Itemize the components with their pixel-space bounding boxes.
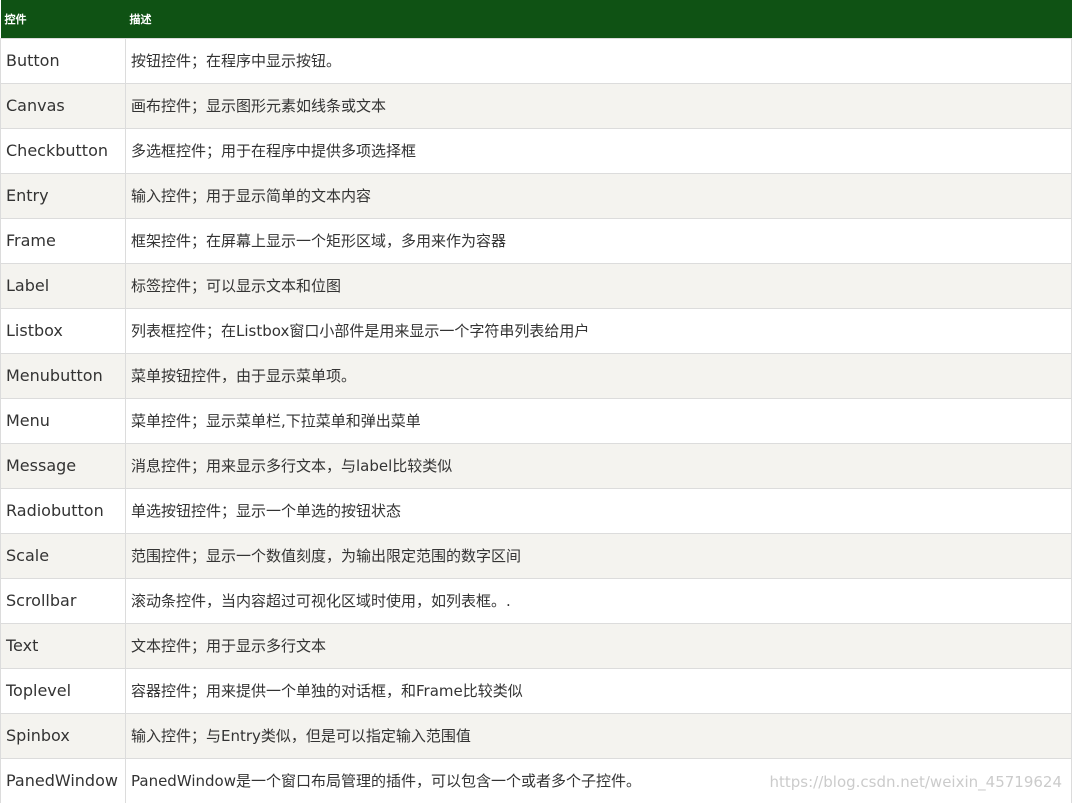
table-row: Spinbox 输入控件；与Entry类似，但是可以指定输入范围值 xyxy=(0,712,1072,758)
table-row: Label 标签控件；可以显示文本和位图 xyxy=(0,262,1072,308)
widget-table: 控件 描述 Button 按钮控件；在程序中显示按钮。 Canvas 画布控件；… xyxy=(0,0,1072,803)
row-name: Toplevel xyxy=(0,667,126,713)
table-row: Menu 菜单控件；显示菜单栏,下拉菜单和弹出菜单 xyxy=(0,397,1072,443)
table-row: Canvas 画布控件；显示图形元素如线条或文本 xyxy=(0,82,1072,128)
table-row: Scrollbar 滚动条控件，当内容超过可视化区域时使用，如列表框。. xyxy=(0,577,1072,623)
row-name: Entry xyxy=(0,172,126,218)
row-description: 标签控件；可以显示文本和位图 xyxy=(125,262,1072,308)
row-description: 消息控件；用来显示多行文本，与label比较类似 xyxy=(125,442,1072,488)
table-row: Listbox 列表框控件；在Listbox窗口小部件是用来显示一个字符串列表给… xyxy=(0,307,1072,353)
row-name: Scrollbar xyxy=(0,577,126,623)
row-description: 列表框控件；在Listbox窗口小部件是用来显示一个字符串列表给用户 xyxy=(125,307,1072,353)
row-description: 菜单按钮控件，由于显示菜单项。 xyxy=(125,352,1072,398)
row-name: Checkbutton xyxy=(0,127,126,173)
row-description: 输入控件；与Entry类似，但是可以指定输入范围值 xyxy=(125,712,1072,758)
row-name: Canvas xyxy=(0,82,126,128)
row-name: Spinbox xyxy=(0,712,126,758)
table-row: Checkbutton 多选框控件；用于在程序中提供多项选择框 xyxy=(0,127,1072,173)
row-name: Label xyxy=(0,262,126,308)
row-name: Radiobutton xyxy=(0,487,126,533)
table-row: Button 按钮控件；在程序中显示按钮。 xyxy=(0,37,1072,83)
row-description: 框架控件；在屏幕上显示一个矩形区域，多用来作为容器 xyxy=(125,217,1072,263)
table-row: Entry 输入控件；用于显示简单的文本内容 xyxy=(0,172,1072,218)
row-description: 多选框控件；用于在程序中提供多项选择框 xyxy=(125,127,1072,173)
row-description: PanedWindow是一个窗口布局管理的插件，可以包含一个或者多个子控件。 xyxy=(125,757,1072,803)
row-description: 输入控件；用于显示简单的文本内容 xyxy=(125,172,1072,218)
row-name: Text xyxy=(0,622,126,668)
row-name: Listbox xyxy=(0,307,126,353)
row-description: 文本控件；用于显示多行文本 xyxy=(125,622,1072,668)
table-header-row: 控件 描述 xyxy=(0,0,1072,38)
table-row: PanedWindow PanedWindow是一个窗口布局管理的插件，可以包含… xyxy=(0,757,1072,803)
row-description: 菜单控件；显示菜单栏,下拉菜单和弹出菜单 xyxy=(125,397,1072,443)
table-row: Toplevel 容器控件；用来提供一个单独的对话框，和Frame比较类似 xyxy=(0,667,1072,713)
row-name: Button xyxy=(0,37,126,83)
row-name: Scale xyxy=(0,532,126,578)
table-row: Message 消息控件；用来显示多行文本，与label比较类似 xyxy=(0,442,1072,488)
row-name: Menu xyxy=(0,397,126,443)
row-description: 滚动条控件，当内容超过可视化区域时使用，如列表框。. xyxy=(125,577,1072,623)
table-row: Frame 框架控件；在屏幕上显示一个矩形区域，多用来作为容器 xyxy=(0,217,1072,263)
row-name: Menubutton xyxy=(0,352,126,398)
row-name: Message xyxy=(0,442,126,488)
table-row: Radiobutton 单选按钮控件；显示一个单选的按钮状态 xyxy=(0,487,1072,533)
row-name: PanedWindow xyxy=(0,757,126,803)
header-description: 描述 xyxy=(125,0,1072,38)
table-row: Text 文本控件；用于显示多行文本 xyxy=(0,622,1072,668)
header-name: 控件 xyxy=(0,0,126,38)
table-row: Scale 范围控件；显示一个数值刻度，为输出限定范围的数字区间 xyxy=(0,532,1072,578)
row-name: Frame xyxy=(0,217,126,263)
row-description: 单选按钮控件；显示一个单选的按钮状态 xyxy=(125,487,1072,533)
row-description: 画布控件；显示图形元素如线条或文本 xyxy=(125,82,1072,128)
row-description: 按钮控件；在程序中显示按钮。 xyxy=(125,37,1072,83)
table-row: Menubutton 菜单按钮控件，由于显示菜单项。 xyxy=(0,352,1072,398)
row-description: 容器控件；用来提供一个单独的对话框，和Frame比较类似 xyxy=(125,667,1072,713)
row-description: 范围控件；显示一个数值刻度，为输出限定范围的数字区间 xyxy=(125,532,1072,578)
